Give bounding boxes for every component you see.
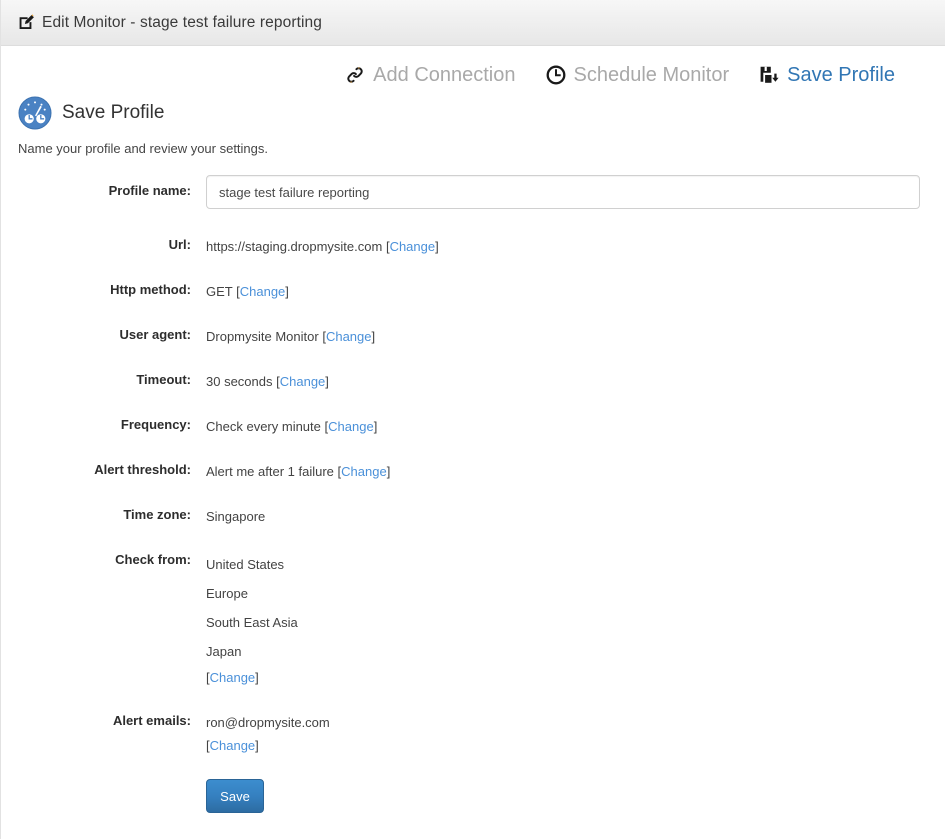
form-row-time-zone: Time zone: Singapore xyxy=(1,505,945,528)
alert-threshold-text: Alert me after 1 failure xyxy=(206,464,334,479)
http-method-change-link[interactable]: Change xyxy=(240,284,286,299)
clock-icon xyxy=(546,65,566,85)
alert-threshold-value: Alert me after 1 failure [Change] xyxy=(206,460,390,483)
timeout-text: 30 seconds xyxy=(206,374,273,389)
timeout-label: Timeout: xyxy=(136,372,191,387)
check-from-label: Check from: xyxy=(115,552,191,567)
url-change-link[interactable]: Change xyxy=(390,239,436,254)
check-from-change-link[interactable]: Change xyxy=(210,670,256,685)
gauge-icon xyxy=(18,96,52,130)
edit-square-icon xyxy=(18,14,35,31)
profile-name-label: Profile name: xyxy=(108,183,191,198)
timeout-change-link[interactable]: Change xyxy=(280,374,326,389)
bracket-close: ] xyxy=(386,464,391,479)
edit-monitor-page: Edit Monitor - stage test failure report… xyxy=(0,0,945,839)
check-from-location: South East Asia xyxy=(206,615,298,630)
panel-header: Edit Monitor - stage test failure report… xyxy=(1,0,945,46)
save-button-wrap: Save xyxy=(206,779,264,813)
form-row-http-method: Http method: GET [Change] xyxy=(1,280,945,303)
user-agent-value: Dropmysite Monitor [Change] xyxy=(206,325,375,348)
alert-threshold-change-link[interactable]: Change xyxy=(341,464,387,479)
schedule-monitor-label: Schedule Monitor xyxy=(573,63,730,86)
alert-emails-change-line: [Change] xyxy=(206,734,330,757)
form-row-profile-name: Profile name: xyxy=(1,175,945,209)
bracket-close: ] xyxy=(255,738,259,753)
form-row-frequency: Frequency: Check every minute [Change] xyxy=(1,415,945,438)
time-zone-label: Time zone: xyxy=(123,507,191,522)
section-heading: Save Profile xyxy=(1,96,945,130)
save-icon xyxy=(759,65,779,85)
alert-emails-value: ron@dropmysite.com [Change] xyxy=(206,711,330,757)
url-text: https://staging.dropmysite.com xyxy=(206,239,383,254)
section-subtitle: Name your profile and review your settin… xyxy=(18,141,269,156)
page-title: Save Profile xyxy=(62,102,165,123)
bracket-close: ] xyxy=(435,239,439,254)
save-button[interactable]: Save xyxy=(206,779,264,813)
http-method-label: Http method: xyxy=(110,282,191,297)
form-row-url: Url: https://staging.dropmysite.com [Cha… xyxy=(1,235,945,258)
schedule-monitor-action[interactable]: Schedule Monitor xyxy=(546,63,730,87)
add-connection-action[interactable]: Add Connection xyxy=(345,63,516,87)
form-row-alert-emails: Alert emails: ron@dropmysite.com [Change… xyxy=(1,711,945,757)
url-value: https://staging.dropmysite.com [Change] xyxy=(206,235,439,258)
http-method-text: GET xyxy=(206,284,233,299)
alert-emails-label: Alert emails: xyxy=(112,713,191,728)
bracket-close: ] xyxy=(371,329,376,344)
frequency-text: Check every minute xyxy=(206,419,321,434)
http-method-value: GET [Change] xyxy=(206,280,289,303)
bracket-close: ] xyxy=(285,284,289,299)
url-label: Url: xyxy=(168,237,191,252)
check-from-change-line: [Change] xyxy=(206,666,298,689)
panel-title: Edit Monitor - stage test failure report… xyxy=(42,13,322,31)
form-row-user-agent: User agent: Dropmysite Monitor [Change] xyxy=(1,325,945,348)
alert-email-item: ron@dropmysite.com xyxy=(206,715,330,730)
user-agent-label: User agent: xyxy=(119,327,191,342)
alert-threshold-label: Alert threshold: xyxy=(94,462,191,477)
action-toolbar: Add Connection Schedule Monitor Save Pro… xyxy=(1,46,945,88)
form-row-alert-threshold: Alert threshold: Alert me after 1 failur… xyxy=(1,460,945,483)
save-profile-label: Save Profile xyxy=(787,63,895,86)
profile-form: Profile name: Url: https://staging.dropm… xyxy=(1,175,945,813)
frequency-value: Check every minute [Change] xyxy=(206,415,377,438)
profile-name-value xyxy=(206,175,920,209)
user-agent-change-link[interactable]: Change xyxy=(326,329,372,344)
link-icon xyxy=(345,65,365,85)
profile-name-input[interactable] xyxy=(206,175,920,209)
form-row-timeout: Timeout: 30 seconds [Change] xyxy=(1,370,945,393)
save-profile-action[interactable]: Save Profile xyxy=(759,64,895,87)
timeout-value: 30 seconds [Change] xyxy=(206,370,329,393)
check-from-location: United States xyxy=(206,557,285,572)
frequency-label: Frequency: xyxy=(120,417,191,432)
check-from-location: Japan xyxy=(206,644,242,659)
user-agent-text: Dropmysite Monitor xyxy=(206,329,319,344)
check-from-value: United States Europe South East Asia Jap… xyxy=(206,550,298,689)
add-connection-label: Add Connection xyxy=(373,63,516,86)
form-row-check-from: Check from: United States Europe South E… xyxy=(1,550,945,689)
alert-emails-change-link[interactable]: Change xyxy=(210,738,256,753)
bracket-close: ] xyxy=(373,419,378,434)
frequency-change-link[interactable]: Change xyxy=(328,419,374,434)
save-row-spacer xyxy=(1,779,191,781)
bracket-close: ] xyxy=(325,374,329,389)
bracket-close: ] xyxy=(255,670,259,685)
time-zone-value: Singapore xyxy=(206,509,266,524)
form-row-save: Save xyxy=(1,779,945,813)
check-from-location: Europe xyxy=(206,586,248,601)
